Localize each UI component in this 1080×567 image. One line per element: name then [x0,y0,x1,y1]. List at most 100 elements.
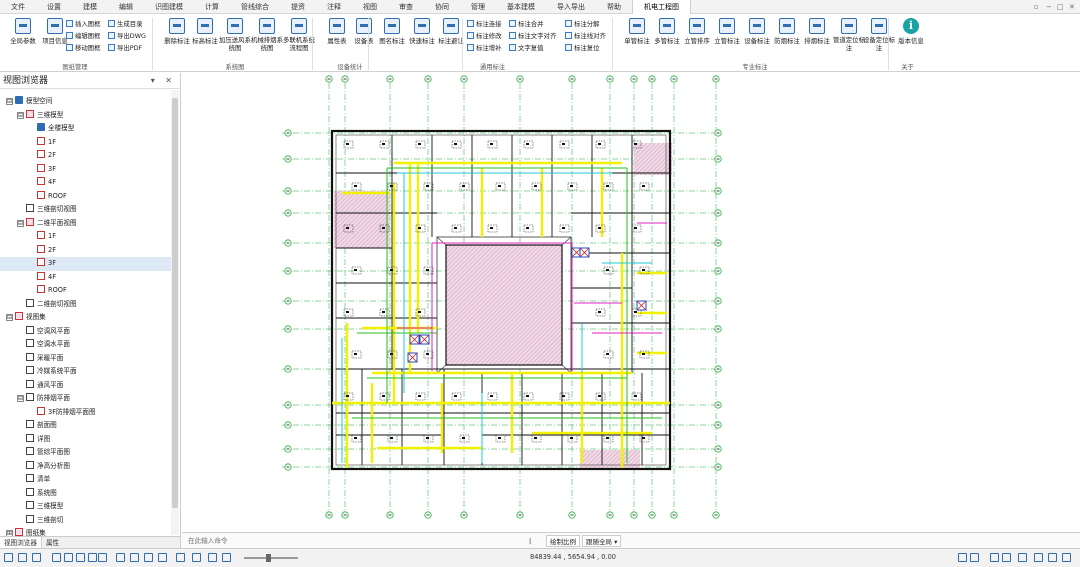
command-input[interactable] [184,535,524,547]
annotation-split-button[interactable]: 标注分解 [565,19,600,30]
tree-item[interactable]: 三维剖切视图 [0,203,171,217]
view-tool-icon[interactable] [88,553,97,562]
expand-toggle-icon[interactable]: ⊟ [6,98,13,105]
zoom-slider-knob[interactable] [266,554,271,562]
menu-item-2[interactable]: 建模 [72,0,108,14]
display-tool-icon[interactable] [958,553,967,562]
version-info-button[interactable]: i 版本信息 [892,18,930,64]
menu-item-12[interactable]: 管理 [460,0,496,14]
view-tool-icon[interactable] [158,553,167,562]
view-tool-icon[interactable] [130,553,139,562]
tree-item[interactable]: 4F [0,271,171,285]
display-tool-icon[interactable] [1018,553,1027,562]
tree-item[interactable]: 3F [0,163,171,177]
drawing-canvas[interactable] [182,73,1080,532]
tree-scrollbar[interactable] [171,90,179,535]
view-tool-icon[interactable] [144,553,153,562]
tree-item[interactable]: 三维模型 [0,500,171,514]
view-tool-icon[interactable] [192,553,201,562]
tree-item[interactable]: 采暖平面 [0,352,171,366]
display-tool-icon[interactable] [970,553,979,562]
view-tool-icon[interactable] [76,553,85,562]
display-tool-icon[interactable] [1062,553,1071,562]
display-tool-icon[interactable] [1002,553,1011,562]
menu-item-6[interactable]: 管线综合 [230,0,280,14]
menu-item-11[interactable]: 协同 [424,0,460,14]
move-frame-button[interactable]: 移动图框 [66,43,101,54]
menu-item-0[interactable]: 文件 [0,0,36,14]
tab-view-browser[interactable]: 视图浏览器 [0,537,42,548]
text-restore-button[interactable]: 文字复值 [509,43,544,54]
menu-item-8[interactable]: 注释 [316,0,352,14]
restore-icon[interactable]: ▫ [1034,0,1039,14]
menu-item-3[interactable]: 编辑 [108,0,144,14]
tree-item[interactable]: 空调风平面 [0,325,171,339]
view-mode-dropdown[interactable]: 跟随全局 ▾ [582,535,622,547]
expand-toggle-icon[interactable]: ⊟ [17,219,24,227]
menu-item-1[interactable]: 设置 [36,0,72,14]
export-pdf-button[interactable]: 导出PDF [108,43,142,54]
tree-item[interactable]: 清单 [0,473,171,487]
tree-item[interactable]: ROOF [0,284,171,298]
menu-item-5[interactable]: 计算 [194,0,230,14]
view-tool-icon[interactable] [208,553,217,562]
view-tool-icon[interactable] [4,553,13,562]
tree-item[interactable]: 管综平面图 [0,446,171,460]
menu-item-7[interactable]: 提资 [280,0,316,14]
annotation-supplement-button[interactable]: 标注增补 [467,43,502,54]
menu-item-15[interactable]: 帮助 [596,0,632,14]
view-tool-icon[interactable] [52,553,61,562]
display-tool-icon[interactable] [1048,553,1057,562]
annotation-line-align-button[interactable]: 标注线对齐 [565,31,606,42]
view-tool-icon[interactable] [32,553,41,562]
insert-frame-button[interactable]: 插入图框 [66,19,101,30]
tree-item[interactable]: 全楼模型 [0,122,171,136]
maximize-icon[interactable]: □ [1057,0,1064,14]
tree-item[interactable]: 冷媒系统平面 [0,365,171,379]
tree-item[interactable]: 通风平面 [0,379,171,393]
display-tool-icon[interactable] [990,553,999,562]
menu-item-9[interactable]: 视图 [352,0,388,14]
panel-controls-icon[interactable]: ▾ ✕ [151,73,176,89]
close-icon[interactable]: ✕ [1069,0,1075,14]
export-dwg-button[interactable]: 导出DWG [108,31,146,42]
edit-frame-button[interactable]: 编辑图框 [66,31,101,42]
tree-item[interactable]: 1F [0,136,171,150]
tree-item[interactable]: ROOF [0,190,171,204]
scroll-thumb[interactable] [172,98,178,508]
annotation-connect-button[interactable]: 标注连接 [467,19,502,30]
tree-item[interactable]: ⊟ 三维模型 [0,109,171,123]
view-tool-icon[interactable] [98,553,107,562]
annotation-reset-button[interactable]: 标注复位 [565,43,600,54]
tree-item[interactable]: 详图 [0,433,171,447]
menu-item-16[interactable]: 机电工程图 [632,0,691,14]
tree-item[interactable]: ⊟ 视图集 [0,311,171,325]
menu-item-13[interactable]: 基本建模 [496,0,546,14]
tree-item[interactable]: 4F [0,176,171,190]
zoom-slider[interactable] [244,554,298,562]
menu-item-14[interactable]: 导入导出 [546,0,596,14]
menu-item-10[interactable]: 审查 [388,0,424,14]
scale-label[interactable]: 绘制比例 [546,535,580,547]
menu-item-4[interactable]: 识图建模 [144,0,194,14]
tree-item[interactable]: ⊟ 二维平面视图 [0,217,171,231]
expand-toggle-icon[interactable]: ⊟ [17,111,24,119]
view-tool-icon[interactable] [222,553,231,562]
tree-item[interactable]: 2F [0,244,171,258]
minimize-icon[interactable]: − [1046,0,1052,14]
tree-item[interactable]: 三维剖切 [0,514,171,528]
tree-item[interactable]: ⊟ 防排烟平面 [0,392,171,406]
annotation-merge-button[interactable]: 标注合并 [509,19,544,30]
expand-toggle-icon[interactable]: ⊟ [17,395,24,402]
tree-item[interactable]: 二维剖切视图 [0,298,171,312]
generate-catalog-button[interactable]: 生成目录 [108,19,143,30]
view-tool-icon[interactable] [18,553,27,562]
annotation-avoid-button[interactable]: 标注避让 [432,18,470,64]
tree-item[interactable]: 3F [0,257,171,271]
tree-item[interactable]: 系统图 [0,487,171,501]
view-tool-icon[interactable] [176,553,185,562]
tree-item[interactable]: ⊟ 模型空间 [0,95,171,109]
expand-toggle-icon[interactable]: ⊟ [6,314,13,321]
tree-item[interactable]: 剖面图 [0,419,171,433]
annotation-text-align-button[interactable]: 标注文字对齐 [509,31,556,42]
